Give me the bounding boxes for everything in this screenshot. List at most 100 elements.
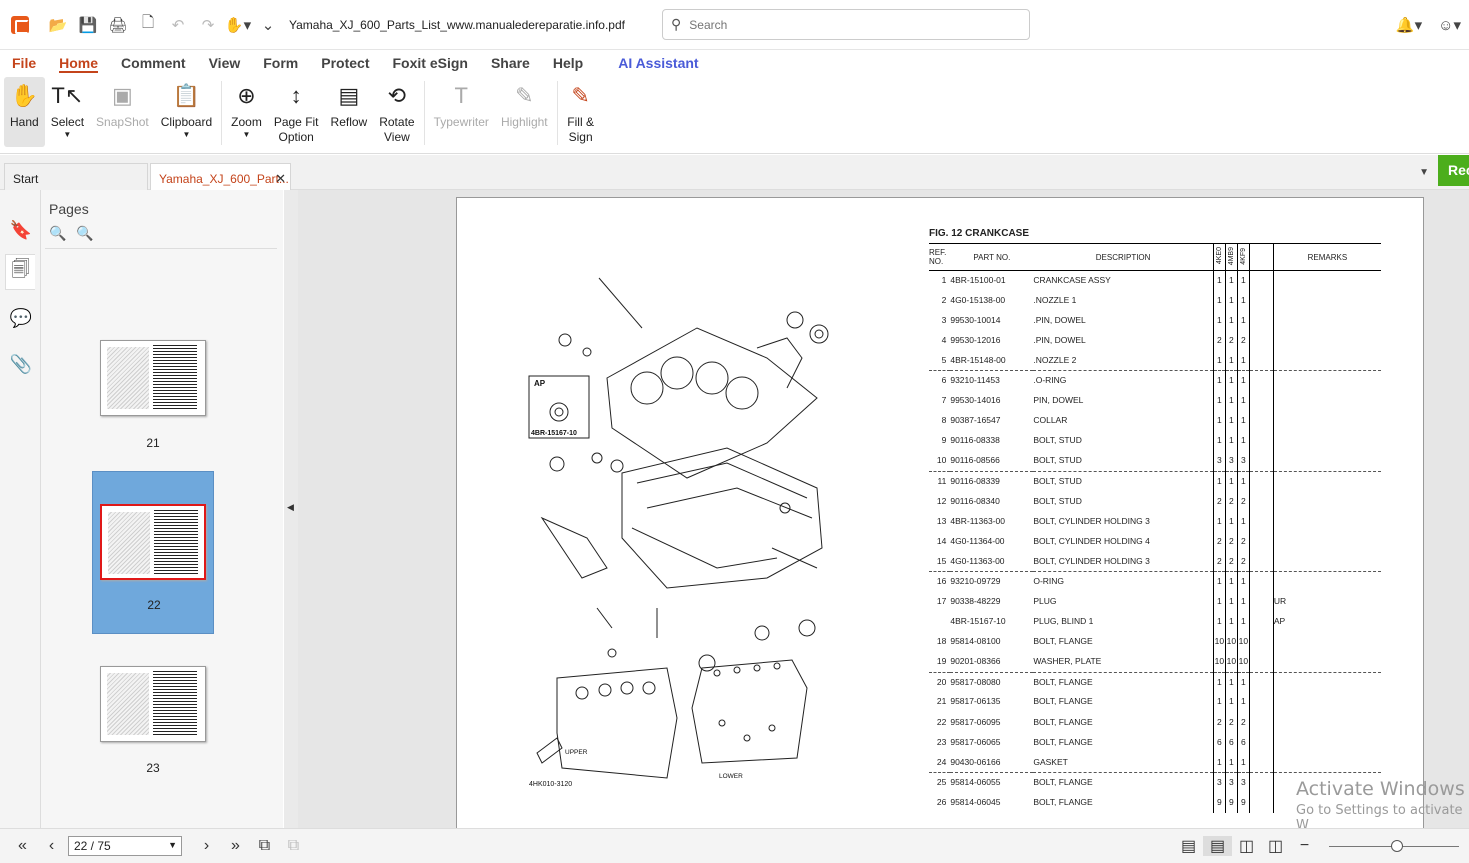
zoom-slider[interactable] — [1329, 839, 1459, 852]
zoom-out-icon[interactable]: − — [1290, 837, 1319, 855]
menu-share[interactable]: Share — [479, 51, 541, 77]
page-number-input[interactable]: 22 / 75 ▼ — [68, 836, 182, 856]
table-cell: .NOZZLE 2 — [1033, 354, 1077, 365]
table-cell: 1 — [1224, 511, 1238, 532]
redo-icon[interactable]: ↷ — [193, 10, 223, 40]
pages-panel-icon[interactable]: 🗐 — [5, 254, 35, 290]
last-page-icon[interactable]: » — [221, 837, 250, 855]
hand-tool-button[interactable]: ✋ Hand — [4, 77, 45, 147]
menu-view[interactable]: View — [197, 51, 252, 77]
table-cell: 1 — [1236, 571, 1250, 592]
save-icon[interactable]: 💾 — [73, 10, 103, 40]
table-cell: 2 — [1212, 712, 1226, 733]
export-icon[interactable]: 🗋 — [133, 10, 163, 40]
snapshot-button[interactable]: ▣ SnapShot — [90, 77, 155, 147]
table-cell: 3 — [1224, 772, 1238, 793]
table-cell: 17 — [936, 596, 947, 606]
table-cell: 1 — [1212, 391, 1226, 412]
rotate-view-button[interactable]: ⟲ Rotate View — [373, 77, 420, 147]
table-row: 2 4G0-15138-00 .NOZZLE 1 111 — [929, 290, 1381, 311]
typewriter-button[interactable]: T Typewriter — [428, 77, 495, 147]
hand-dropdown-icon[interactable]: ✋▾ — [223, 10, 253, 40]
menu-foxit-esign[interactable]: Foxit eSign — [380, 51, 478, 77]
table-cell — [1248, 571, 1274, 592]
table-cell: 1 — [1212, 671, 1226, 693]
insert-page-icon[interactable]: ⧉ — [279, 837, 308, 855]
menu-protect[interactable]: Protect — [309, 51, 380, 77]
extract-page-icon[interactable]: ⧉ — [250, 837, 279, 855]
first-page-icon[interactable]: « — [8, 837, 37, 855]
facing-view-icon[interactable]: ◫ — [1232, 836, 1261, 856]
search-box[interactable]: ⚲ — [662, 9, 1030, 40]
previous-page-icon[interactable]: ‹ — [37, 837, 66, 855]
table-cell — [1272, 451, 1381, 472]
table-cell: 3 — [1212, 451, 1226, 472]
table-cell — [1272, 370, 1381, 392]
highlight-button[interactable]: ✎ Highlight — [495, 77, 554, 147]
menu-home[interactable]: Home — [47, 51, 109, 77]
menu-file[interactable]: File — [0, 51, 47, 77]
bookmark-icon[interactable]: 🔖 — [6, 212, 36, 248]
attachments-icon[interactable]: 📎 — [6, 346, 36, 382]
table-cell: 4BR-15100-01 — [950, 275, 1006, 285]
table-cell: 1 — [1236, 411, 1250, 432]
search-input[interactable] — [689, 17, 1010, 32]
undo-icon[interactable]: ↶ — [163, 10, 193, 40]
table-cell: 4BR-15148-00 — [950, 354, 1006, 365]
next-page-icon[interactable]: › — [192, 837, 221, 855]
table-cell — [1248, 350, 1274, 371]
table-cell: 90430-06166 — [950, 756, 1001, 767]
page-thumbnail-23[interactable]: 23 — [92, 656, 214, 819]
tab-list-chevron-icon[interactable]: ▼ — [1419, 167, 1429, 178]
table-cell: 2 — [1236, 551, 1250, 572]
zoom-slider-knob[interactable] — [1391, 839, 1403, 852]
table-cell — [1248, 391, 1274, 412]
page-zoom-in-icon[interactable]: 🔍 — [76, 225, 93, 241]
table-cell: 9 — [1212, 792, 1226, 814]
reflow-button[interactable]: ▤ Reflow — [325, 77, 374, 147]
tab-start[interactable]: Start — [4, 163, 148, 190]
menu-help[interactable]: Help — [541, 51, 594, 77]
table-cell — [1272, 491, 1381, 512]
page-zoom-out-icon[interactable]: 🔍 — [49, 225, 66, 241]
account-icon[interactable]: ☺▾ — [1438, 16, 1461, 34]
menu-comment[interactable]: Comment — [109, 51, 197, 77]
zoom-button[interactable]: ⊕ Zoom ▼ — [225, 77, 268, 147]
customize-chevron-icon[interactable]: ⌄ — [253, 10, 283, 40]
svg-text:4BR-15167-10: 4BR-15167-10 — [531, 430, 577, 437]
page-dropdown-icon[interactable]: ▼ — [168, 840, 177, 850]
status-bar: « ‹ 22 / 75 ▼ › » ⧉ ⧉ ▤ ▤ ◫ ◫ − — [0, 828, 1469, 863]
table-row: 21 95817-06135 BOLT, FLANGE 1 1 1 — [929, 692, 1381, 713]
print-icon[interactable]: 🖨 — [103, 10, 133, 40]
menu-ai-assistant[interactable]: AI Assistant — [606, 51, 709, 77]
notification-bell-icon[interactable]: 🔔▾ — [1396, 16, 1422, 34]
page-fit-option-button[interactable]: ↕ Page Fit Option — [268, 77, 325, 147]
table-cell: 95817-06065 — [950, 736, 1001, 747]
comments-icon[interactable]: 💬 — [6, 300, 36, 336]
table-cell: 2 — [1224, 491, 1238, 512]
page-thumbnail-21[interactable]: 21 — [92, 330, 214, 493]
tab-document[interactable]: Yamaha_XJ_600_Part... ✕ — [150, 163, 291, 190]
table-cell: 20 — [929, 671, 951, 693]
thumbnail-page-number: 22 — [147, 598, 161, 612]
table-cell — [1272, 391, 1381, 412]
fill-sign-button[interactable]: ✎ Fill & Sign — [561, 77, 601, 147]
table-cell: 1 — [1212, 350, 1226, 371]
page-thumbnail-22[interactable]: 22 — [92, 471, 214, 634]
open-folder-icon[interactable]: 📂 — [43, 10, 73, 40]
document-viewer[interactable]: AP 4BR-15167-10 UPPER LOWER 4HK010-3120 … — [298, 190, 1469, 828]
snapshot-icon: ▣ — [112, 83, 133, 108]
table-cell: 10 — [936, 455, 947, 466]
menu-form[interactable]: Form — [251, 51, 309, 77]
table-cell: BOLT, CYLINDER HOLDING 3 — [1033, 555, 1150, 566]
single-page-view-icon[interactable]: ▤ — [1174, 836, 1203, 856]
continuous-facing-view-icon[interactable]: ◫ — [1261, 836, 1290, 856]
collapse-panel-handle[interactable]: ◀ — [284, 190, 298, 828]
close-tab-icon[interactable]: ✕ — [275, 171, 286, 187]
continuous-view-icon[interactable]: ▤ — [1203, 836, 1232, 856]
select-tool-button[interactable]: T↖ Select ▼ — [45, 77, 90, 147]
recommend-badge[interactable]: Rec — [1438, 155, 1469, 186]
clipboard-button[interactable]: 📋 Clipboard ▼ — [155, 77, 218, 147]
table-cell: 16 — [929, 571, 951, 592]
table-row: 8 90387-16547 COLLAR 1 1 1 — [929, 411, 1381, 432]
